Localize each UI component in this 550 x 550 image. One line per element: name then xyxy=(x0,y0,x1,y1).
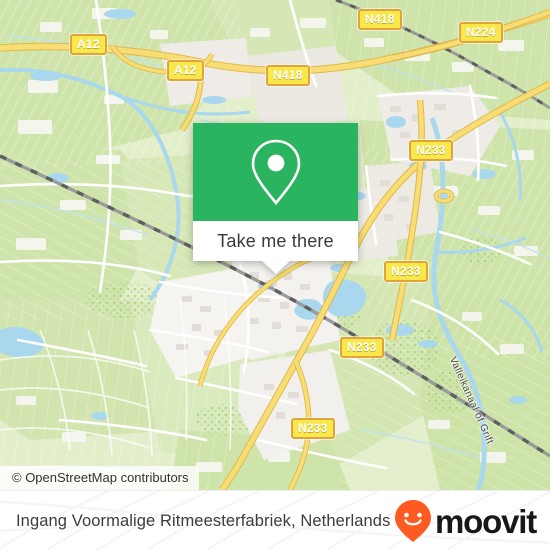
location-info-card[interactable]: Take me there xyxy=(193,123,358,274)
location-title: Ingang Voormalige Ritmeesterfabriek, Net… xyxy=(16,511,391,530)
location-pin-icon xyxy=(251,139,300,206)
moovit-brand[interactable]: moovit xyxy=(393,499,537,543)
footer-bar: Ingang Voormalige Ritmeesterfabriek, Net… xyxy=(0,490,550,550)
card-cta-panel[interactable]: Take me there xyxy=(193,221,358,261)
take-me-there-label: Take me there xyxy=(217,230,334,251)
road-shield-n233-south: N233 xyxy=(340,337,384,358)
road-shield-a12-west: A12 xyxy=(70,34,107,55)
moovit-smiley-pin-icon xyxy=(395,500,432,542)
road-shield-n418-top: N418 xyxy=(358,9,402,30)
road-shield-n233-sw: N233 xyxy=(291,418,335,439)
screenshot-root: A12 A12 N418 N418 N224 N233 N233 N233 N2… xyxy=(0,0,550,550)
road-shield-n224: N224 xyxy=(459,22,503,43)
road-shield-a12-east: A12 xyxy=(167,60,204,81)
card-pointer-tail xyxy=(260,260,291,274)
card-pin-panel xyxy=(193,123,358,221)
moovit-wordmark: moovit xyxy=(435,502,537,540)
road-shield-n233-east: N233 xyxy=(384,261,428,282)
road-shield-n233-ne: N233 xyxy=(409,140,453,161)
osm-attribution[interactable]: © OpenStreetMap contributors xyxy=(0,466,199,490)
map-canvas[interactable]: A12 A12 N418 N418 N224 N233 N233 N233 N2… xyxy=(0,0,550,490)
road-shield-n418-mid: N418 xyxy=(266,65,310,86)
